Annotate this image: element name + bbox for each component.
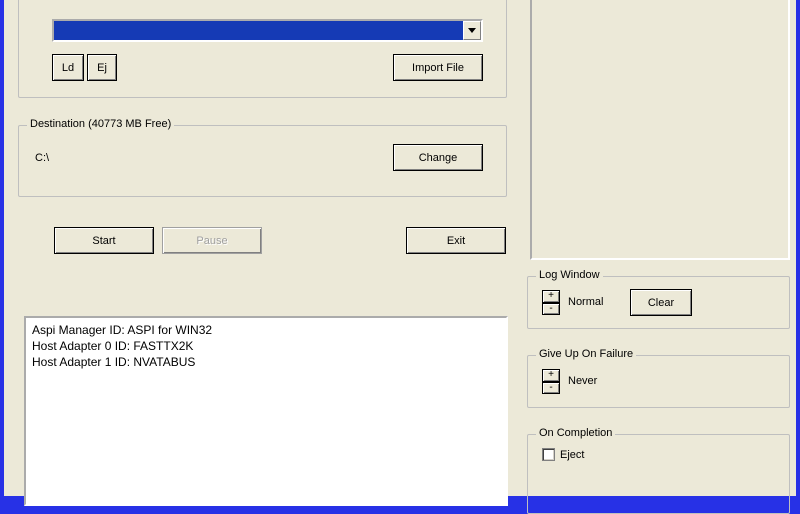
- load-button[interactable]: Ld: [52, 54, 84, 81]
- import-file-button[interactable]: Import File: [393, 54, 483, 81]
- spinner-up-button[interactable]: +: [542, 369, 560, 382]
- log-window-spinner[interactable]: + -: [542, 290, 560, 315]
- spinner-down-button[interactable]: -: [542, 382, 560, 395]
- source-dropdown-button[interactable]: [463, 21, 481, 40]
- log-line: Host Adapter 1 ID: NVATABUS: [32, 354, 500, 370]
- give-up-spinner[interactable]: + -: [542, 369, 560, 394]
- start-button[interactable]: Start: [54, 227, 154, 254]
- source-dropdown-field[interactable]: [54, 21, 463, 40]
- pause-button: Pause: [162, 227, 262, 254]
- clear-button[interactable]: Clear: [630, 289, 692, 316]
- log-window-group-title: Log Window: [536, 269, 603, 281]
- change-button[interactable]: Change: [393, 144, 483, 171]
- on-completion-group-title: On Completion: [536, 427, 615, 439]
- destination-path: C:\: [35, 152, 49, 164]
- source-group: Ld Ej Import File: [18, 0, 507, 98]
- eject-button[interactable]: Ej: [87, 54, 117, 81]
- log-output: Aspi Manager ID: ASPI for WIN32Host Adap…: [24, 316, 508, 506]
- destination-group-title: Destination (40773 MB Free): [27, 118, 174, 130]
- exit-button[interactable]: Exit: [406, 227, 506, 254]
- log-line: Host Adapter 0 ID: FASTTX2K: [32, 338, 500, 354]
- source-dropdown[interactable]: [52, 19, 483, 42]
- right-panel: [530, 0, 790, 260]
- eject-checkbox[interactable]: [542, 448, 555, 461]
- log-window-group: Log Window + - Normal Clear: [527, 276, 790, 329]
- eject-checkbox-row[interactable]: Eject: [542, 448, 584, 461]
- spinner-down-button[interactable]: -: [542, 303, 560, 316]
- give-up-group-title: Give Up On Failure: [536, 348, 636, 360]
- eject-checkbox-label: Eject: [560, 449, 584, 461]
- give-up-group: Give Up On Failure + - Never: [527, 355, 790, 408]
- destination-group: Destination (40773 MB Free) C:\ Change: [18, 125, 507, 197]
- on-completion-group: On Completion Eject: [527, 434, 790, 514]
- log-window-value: Normal: [568, 296, 603, 308]
- spinner-up-button[interactable]: +: [542, 290, 560, 303]
- give-up-value: Never: [568, 375, 597, 387]
- log-line: Aspi Manager ID: ASPI for WIN32: [32, 322, 500, 338]
- chevron-down-icon: [468, 28, 476, 33]
